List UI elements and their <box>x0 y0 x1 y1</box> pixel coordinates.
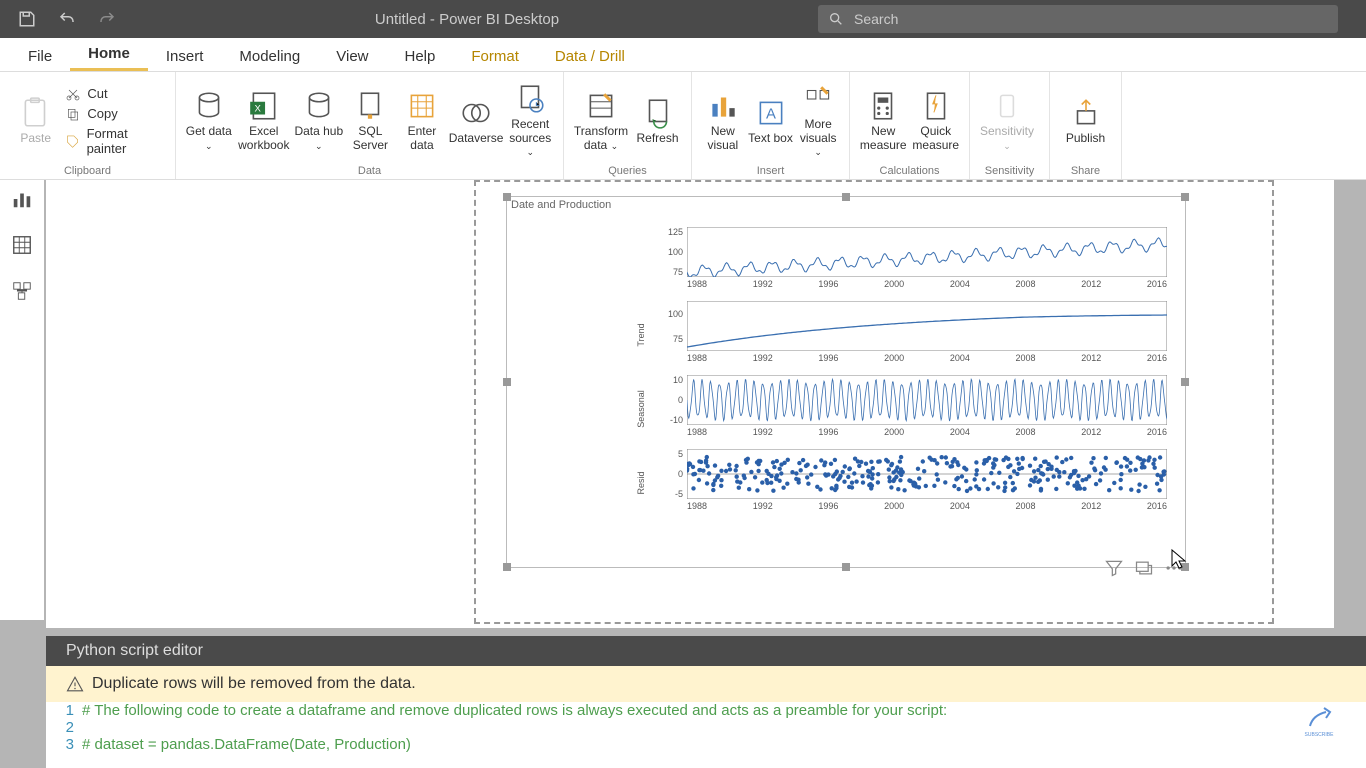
title-bar: Untitled - Power BI Desktop Search <box>0 0 1366 38</box>
chart-trend: Trend 10075 1988199219962000200420082012… <box>657 301 1177 369</box>
warning-icon <box>66 675 84 693</box>
tab-modeling[interactable]: Modeling <box>221 42 318 71</box>
recent-sources-button[interactable]: Recent sources ⌄ <box>505 82 555 159</box>
more-visuals-button[interactable]: More visuals ⌄ <box>795 82 841 159</box>
tab-home[interactable]: Home <box>70 39 148 71</box>
search-placeholder: Search <box>854 11 898 27</box>
tab-insert[interactable]: Insert <box>148 42 222 71</box>
search-box[interactable]: Search <box>818 5 1338 33</box>
paste-button[interactable]: Paste <box>8 96 63 146</box>
decomposition-chart: 12510075 1988199219962000200420082012201… <box>657 227 1177 547</box>
format-painter-button[interactable]: Format painter <box>65 126 167 156</box>
svg-text:X: X <box>254 103 261 114</box>
tab-format[interactable]: Format <box>453 42 537 71</box>
report-canvas-wrap: Date and Production 12510075 19881992199… <box>46 180 1334 628</box>
svg-text:A: A <box>766 106 776 122</box>
enter-data-button[interactable]: Enter data <box>397 89 447 153</box>
tab-help[interactable]: Help <box>387 42 454 71</box>
data-hub-button[interactable]: Data hub ⌄ <box>294 89 344 153</box>
refresh-button[interactable]: Refresh <box>632 96 683 146</box>
chart-resid: Resid 50-5 19881992199620002004200820122… <box>657 449 1177 517</box>
python-editor-header[interactable]: Python script editor <box>46 636 1366 666</box>
sensitivity-button[interactable]: Sensitivity⌄ <box>978 89 1036 153</box>
cut-button[interactable]: Cut <box>65 86 167 102</box>
new-measure-button[interactable]: New measure <box>858 89 909 153</box>
report-page[interactable]: Date and Production 12510075 19881992199… <box>474 180 1274 624</box>
ribbon-tabs: File Home Insert Modeling View Help Form… <box>0 38 1366 72</box>
python-code-editor[interactable]: 1# The following code to create a datafr… <box>46 702 1366 768</box>
transform-data-button[interactable]: Transform data ⌄ <box>572 89 630 153</box>
filter-icon[interactable] <box>1104 558 1124 578</box>
text-box-button[interactable]: AText box <box>748 96 794 146</box>
redo-icon[interactable] <box>98 10 116 28</box>
new-visual-button[interactable]: New visual <box>700 89 746 153</box>
publish-button[interactable]: Publish <box>1058 96 1113 146</box>
quick-measure-button[interactable]: Quick measure <box>911 89 962 153</box>
search-icon <box>828 11 844 27</box>
tab-data-drill[interactable]: Data / Drill <box>537 42 643 71</box>
copy-button[interactable]: Copy <box>65 106 167 122</box>
model-view-icon[interactable] <box>11 280 33 302</box>
chart-observed: 12510075 1988199219962000200420082012201… <box>657 227 1177 295</box>
python-warning: Duplicate rows will be removed from the … <box>46 666 1366 702</box>
left-nav <box>0 180 44 620</box>
dataverse-button[interactable]: Dataverse <box>449 96 504 146</box>
report-view-icon[interactable] <box>11 188 33 210</box>
save-icon[interactable] <box>18 10 36 28</box>
mouse-cursor <box>1170 548 1188 570</box>
python-visual[interactable]: Date and Production 12510075 19881992199… <box>506 196 1186 568</box>
data-view-icon[interactable] <box>11 234 33 256</box>
window-title: Untitled - Power BI Desktop <box>116 11 818 28</box>
get-data-button[interactable]: Get data ⌄ <box>184 89 234 153</box>
tab-view[interactable]: View <box>318 42 386 71</box>
tab-file[interactable]: File <box>10 42 70 71</box>
undo-icon[interactable] <box>58 10 76 28</box>
subscribe-icon[interactable]: SUBSCRIBE <box>1302 704 1336 738</box>
sql-server-button[interactable]: SQL Server <box>346 89 396 153</box>
excel-workbook-button[interactable]: XExcel workbook <box>236 89 292 153</box>
svg-text:SUBSCRIBE: SUBSCRIBE <box>1305 732 1335 738</box>
chart-seasonal: Seasonal 100-10 198819921996200020042008… <box>657 375 1177 443</box>
focus-mode-icon[interactable] <box>1134 558 1154 578</box>
ribbon: Paste Cut Copy Format painter Clipboard … <box>0 72 1366 180</box>
